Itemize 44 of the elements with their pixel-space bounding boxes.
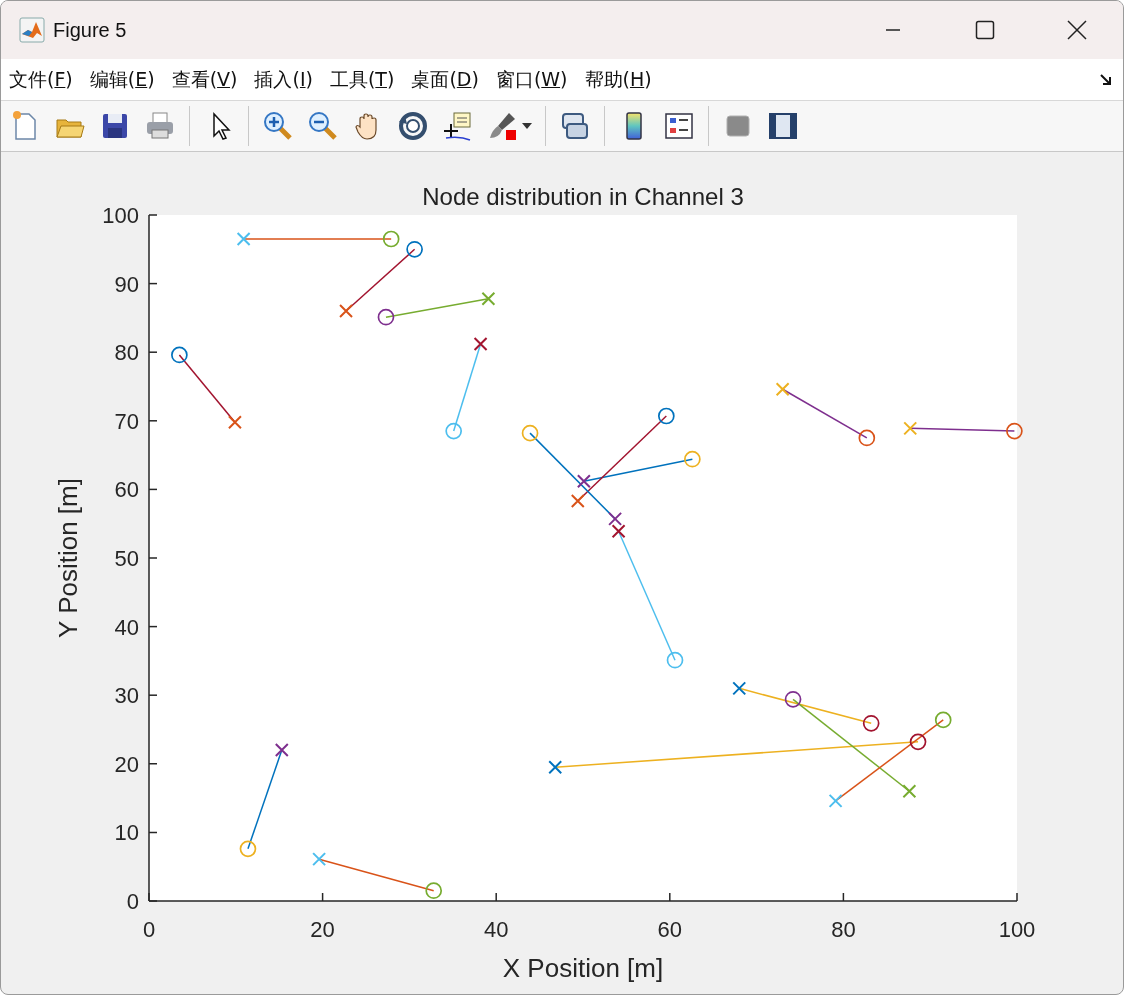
window-title: Figure 5 (53, 18, 127, 42)
x-tick-label: 60 (657, 917, 683, 942)
x-tick-label: 100 (998, 917, 1036, 942)
x-tick-label: 0 (142, 917, 156, 942)
y-tick-label: 0 (126, 889, 139, 914)
menu-item[interactable]: 编辑(E) (89, 66, 155, 93)
app-logo-icon (19, 17, 45, 43)
x-tick-label: 40 (483, 917, 509, 942)
y-tick-label: 20 (114, 751, 139, 777)
rotate-icon[interactable] (397, 110, 429, 142)
y-tick-label: 100 (102, 203, 139, 228)
menu-item[interactable]: 帮助(H) (584, 66, 652, 93)
x-axis-label: X Position [m] (502, 953, 664, 983)
x-tick-label: 20 (310, 917, 335, 942)
window-icon[interactable] (767, 110, 799, 142)
menu-item[interactable]: 桌面(D) (411, 66, 479, 93)
menu-item[interactable]: 查看(V) (171, 66, 238, 93)
legend-icon[interactable] (663, 110, 695, 142)
y-tick-label: 80 (114, 340, 139, 366)
minimize-icon (885, 29, 901, 31)
x-tick-label: 80 (831, 917, 856, 942)
data-cursor-icon[interactable] (442, 110, 474, 142)
caret-icon[interactable] (522, 123, 532, 129)
y-tick-label: 50 (114, 546, 139, 571)
brush-icon[interactable] (487, 110, 519, 142)
y-tick-label: 60 (114, 477, 139, 503)
y-tick-label: 70 (114, 408, 139, 434)
menu-item[interactable]: 文件(F) (9, 66, 73, 93)
menu-item[interactable]: 工具(T) (329, 66, 395, 93)
menu-item[interactable]: 窗口(W) (495, 66, 568, 93)
close-icon (1067, 20, 1087, 40)
chart-title: Node distribution in Channel 3 (422, 183, 744, 210)
print-icon[interactable] (144, 110, 176, 142)
y-tick-label: 40 (114, 614, 139, 640)
zoom-in-icon[interactable] (262, 110, 294, 142)
y-tick-label: 10 (114, 820, 139, 846)
maximize-icon (975, 20, 995, 40)
y-tick-label: 90 (114, 271, 139, 297)
y-tick-label: 30 (114, 683, 139, 709)
y-axis-label: Y Position [m] (53, 478, 83, 638)
dock-arrow-icon[interactable] (1099, 72, 1113, 87)
zoom-out-icon[interactable] (307, 110, 339, 142)
menu-item[interactable]: 插入(I) (254, 66, 313, 93)
link-icon[interactable] (559, 110, 591, 142)
